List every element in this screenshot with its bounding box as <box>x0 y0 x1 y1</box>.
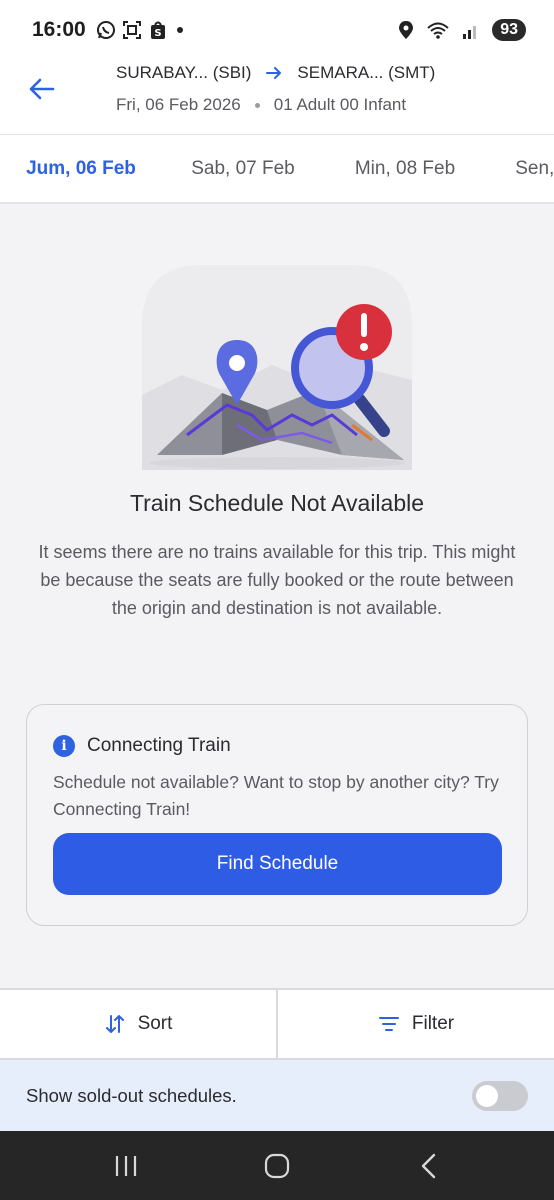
recent-apps-icon <box>115 1155 136 1176</box>
dot-icon <box>176 27 183 33</box>
toggle-knob <box>476 1084 498 1107</box>
recent-apps-button[interactable] <box>96 1141 156 1191</box>
destination-station: SEMARA... (SMT) <box>297 63 436 82</box>
arrow-right-icon <box>266 67 282 79</box>
date-tab-2[interactable]: Sab, 07 Feb <box>162 135 324 202</box>
info-icon: i <box>53 735 75 757</box>
battery-indicator: 93 <box>492 19 526 41</box>
soldout-toggle[interactable] <box>472 1080 528 1111</box>
back-button[interactable] <box>24 72 58 106</box>
sort-button[interactable]: Sort <box>0 990 276 1058</box>
date-tabs: Jum, 06 Feb Sab, 07 Feb Min, 08 Feb Sen,… <box>0 134 554 204</box>
trip-date: Fri, 06 Feb 2026 <box>116 95 241 114</box>
shop-icon: S <box>150 21 165 39</box>
passenger-count: 01 Adult 00 Infant <box>273 95 407 114</box>
date-tab-4[interactable]: Sen, 09 Feb <box>486 135 554 202</box>
soldout-label: Show sold-out schedules. <box>26 1084 237 1106</box>
connecting-train-card: i Connecting Train Schedule not availabl… <box>26 704 528 926</box>
route-summary: SURABAY... (SBI) SEMARA... (SMT) <box>116 62 435 84</box>
date-tab-3[interactable]: Min, 08 Feb <box>324 135 486 202</box>
svg-text:S: S <box>154 28 161 39</box>
card-description: Schedule not available? Want to stop by … <box>53 772 499 819</box>
wifi-icon <box>427 22 449 39</box>
find-schedule-button[interactable]: Find Schedule <box>53 833 502 895</box>
soldout-row: Show sold-out schedules. <box>0 1060 554 1131</box>
status-left-icons: S <box>96 20 186 40</box>
whatsapp-icon <box>96 21 115 39</box>
filter-label: Filter <box>411 1013 455 1034</box>
filter-icon <box>378 1017 399 1031</box>
arrow-left-icon <box>29 78 55 100</box>
status-time: 16:00 <box>32 18 86 41</box>
back-chevron-icon <box>422 1153 436 1178</box>
trip-details: Fri, 06 Feb 2026 01 Adult 00 Infant <box>116 94 406 116</box>
location-icon <box>399 21 414 39</box>
date-tab-1[interactable]: Jum, 06 Feb <box>0 135 162 202</box>
system-nav-bar <box>0 1131 554 1200</box>
no-schedule-illustration <box>142 265 412 470</box>
sort-icon <box>105 1015 124 1033</box>
empty-state-title: Train Schedule Not Available <box>129 490 425 516</box>
signal-icon <box>463 26 477 39</box>
scan-icon <box>122 21 141 39</box>
origin-station: SURABAY... (SBI) <box>116 63 252 82</box>
card-header: i Connecting Train <box>53 735 231 757</box>
empty-state-description: It seems there are no trains available f… <box>38 542 516 618</box>
home-button[interactable] <box>247 1141 307 1191</box>
sort-filter-bar: Sort Filter <box>0 988 554 1060</box>
trip-header: SURABAY... (SBI) SEMARA... (SMT) Fri, 06… <box>0 60 554 134</box>
home-icon <box>264 1153 290 1178</box>
card-title: Connecting Train <box>87 735 231 756</box>
filter-button[interactable]: Filter <box>278 990 554 1058</box>
separator-dot <box>254 102 260 108</box>
status-right: 93 <box>398 19 526 41</box>
sort-label: Sort <box>137 1013 173 1034</box>
back-nav-button[interactable] <box>398 1141 458 1191</box>
status-bar: 16:00 S 93 <box>0 0 554 60</box>
